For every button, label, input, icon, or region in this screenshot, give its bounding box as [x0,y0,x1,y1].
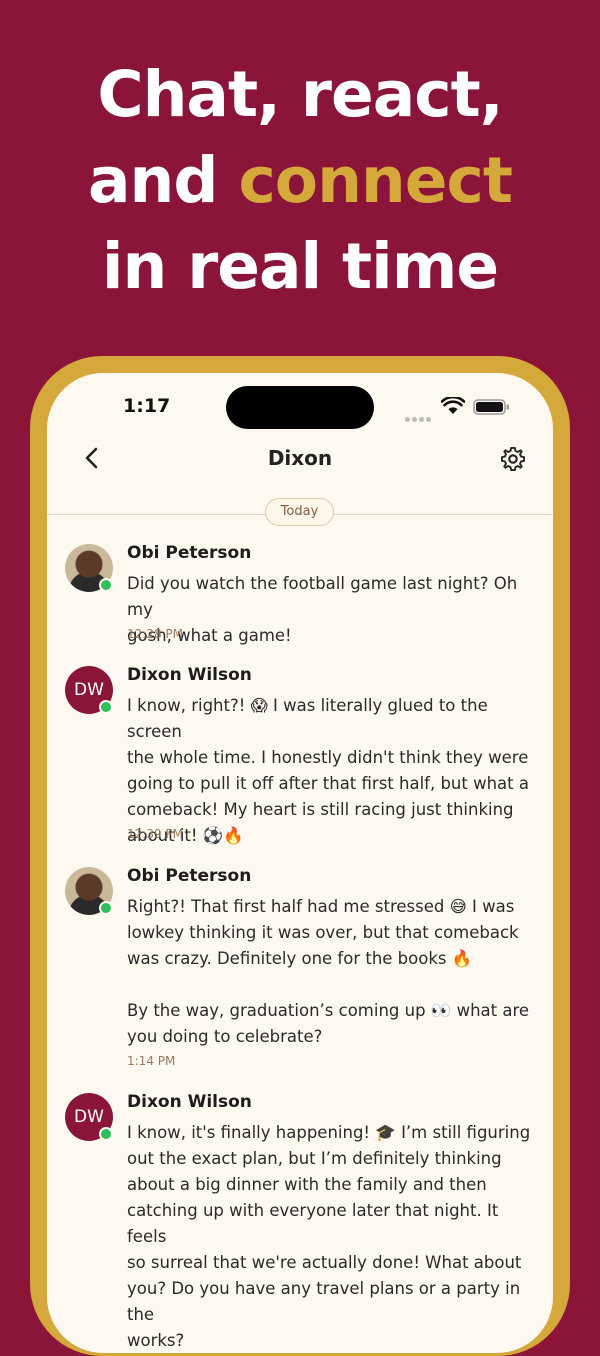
online-status-dot [99,578,113,592]
cellular-signal-icon [405,407,433,426]
message-sender: Obi Peterson [127,543,252,563]
chat-title: Dixon [267,446,333,470]
online-status-dot [99,1127,113,1141]
battery-icon [473,399,509,415]
dynamic-island [226,386,374,429]
message-text: I know, right?! 😱 I was literally glued … [127,696,529,845]
gear-icon[interactable] [499,445,527,473]
headline-accent-word: connect [238,144,513,217]
message-text: I know, it's finally happening! 🎓 I’m st… [127,1123,531,1350]
headline-line-2-prefix: and [88,144,239,217]
status-bar: 1:17 [47,373,553,433]
wifi-icon [441,397,465,414]
phone-screen: 1:17 Dixon Today Obi Peterson Did you wa… [47,373,553,1353]
message-sender: Dixon Wilson [127,1092,252,1112]
status-time: 1:17 [123,395,171,417]
headline-line-3: in real time [101,230,499,303]
message-timestamp: 1:14 PM [127,1054,176,1068]
message-text: Did you watch the football game last nig… [127,574,518,645]
headline-line-1: Chat, react, [97,58,503,131]
message-timestamp: 12:28 PM [127,627,183,641]
message-sender: Obi Peterson [127,866,252,886]
message-text: Right?! That first half had me stressed … [127,897,530,1046]
message-sender: Dixon Wilson [127,665,252,685]
headline-line-2: and connect [0,138,600,224]
date-divider-badge: Today [265,498,334,526]
message-timestamp: 12:39 PM [127,827,183,841]
online-status-dot [99,901,113,915]
marketing-headline: Chat, react, and connect in real time [0,52,600,310]
online-status-dot [99,700,113,714]
